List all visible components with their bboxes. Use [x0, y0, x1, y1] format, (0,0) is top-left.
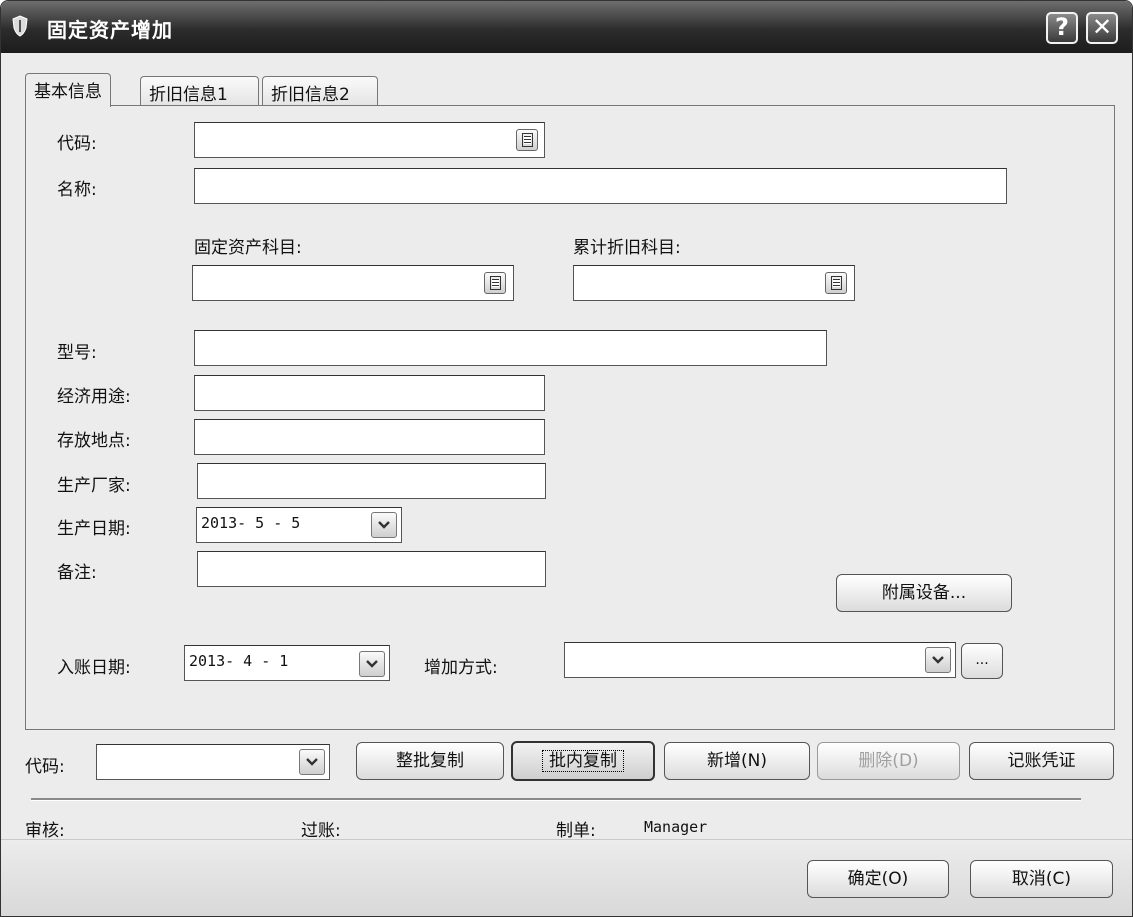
tab-depreciation-2[interactable]: 折旧信息2	[262, 76, 378, 106]
audit-label: 审核:	[25, 821, 65, 841]
cancel-button[interactable]: 取消(C)	[970, 860, 1113, 898]
model-input[interactable]	[194, 330, 827, 366]
maker-value: Manager	[644, 818, 708, 836]
purpose-input[interactable]	[194, 375, 545, 411]
voucher-button[interactable]: 记账凭证	[969, 742, 1114, 780]
chevron-down-icon[interactable]	[925, 647, 951, 673]
post-label: 过账:	[301, 821, 341, 841]
name-input[interactable]	[194, 168, 1007, 204]
code-lookup-icon[interactable]	[516, 129, 538, 151]
chevron-down-icon[interactable]	[359, 651, 385, 677]
maker-label: 制单:	[556, 821, 596, 841]
toolbar-code-select[interactable]	[96, 744, 330, 780]
asset-account-input[interactable]	[192, 265, 514, 301]
batch-copy-button[interactable]: 整批复制	[356, 742, 504, 780]
purpose-label: 经济用途:	[57, 387, 131, 407]
entry-date-label: 入账日期:	[57, 658, 131, 678]
chevron-down-icon[interactable]	[371, 512, 397, 538]
close-button[interactable]: ✕	[1086, 12, 1118, 44]
inbatch-copy-button[interactable]: 批内复制	[511, 741, 655, 781]
add-new-button[interactable]: 新增(N)	[664, 742, 810, 780]
manufacturer-input[interactable]	[197, 463, 546, 499]
accessories-button[interactable]: 附属设备...	[836, 574, 1012, 612]
asset-account-lookup-icon[interactable]	[484, 272, 506, 294]
code-input[interactable]	[194, 122, 545, 158]
model-label: 型号:	[57, 343, 97, 363]
depreciation-account-label: 累计折旧科目:	[573, 238, 681, 258]
notes-label: 备注:	[57, 563, 97, 583]
production-date-picker[interactable]: 2013- 5 - 5	[196, 507, 402, 543]
ok-button[interactable]: 确定(O)	[807, 860, 949, 898]
help-button[interactable]: ?	[1046, 12, 1078, 44]
location-label: 存放地点:	[57, 431, 131, 451]
dialog-footer	[1, 839, 1132, 916]
location-input[interactable]	[194, 419, 545, 455]
depreciation-account-input[interactable]	[573, 265, 855, 301]
code-label: 代码:	[57, 134, 97, 154]
production-date-label: 生产日期:	[57, 519, 131, 539]
increase-method-ellipsis-button[interactable]: ...	[961, 643, 1003, 679]
entry-date-picker[interactable]: 2013- 4 - 1	[184, 645, 390, 681]
title-bar[interactable]: 固定资产增加 ? ✕	[1, 1, 1132, 53]
tab-depreciation-1[interactable]: 折旧信息1	[140, 76, 259, 106]
manufacturer-label: 生产厂家:	[57, 476, 131, 496]
notes-input[interactable]	[197, 551, 546, 587]
chevron-down-icon[interactable]	[299, 749, 325, 775]
fixed-asset-add-dialog: 固定资产增加 ? ✕ 基本信息 折旧信息1 折旧信息2 代码: 名称: 固定资产…	[0, 0, 1133, 917]
delete-button[interactable]: 删除(D)	[817, 742, 960, 780]
increase-method-select[interactable]	[564, 642, 956, 678]
separator	[31, 798, 1081, 801]
app-shield-icon	[12, 15, 28, 37]
name-label: 名称:	[57, 180, 97, 200]
toolbar-code-label: 代码:	[25, 757, 65, 777]
window-title: 固定资产增加	[47, 18, 173, 42]
depreciation-account-lookup-icon[interactable]	[825, 272, 847, 294]
increase-method-label: 增加方式:	[424, 658, 498, 678]
tab-basic-info[interactable]: 基本信息	[25, 73, 111, 107]
asset-account-label: 固定资产科目:	[194, 238, 302, 258]
